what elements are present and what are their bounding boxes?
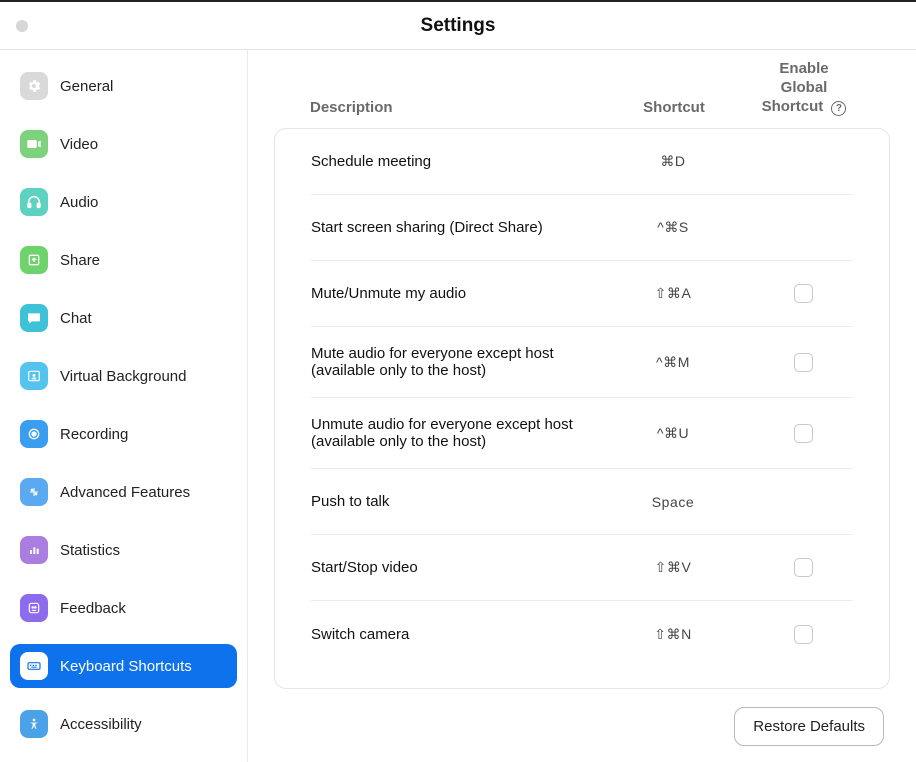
- global-shortcut-checkbox[interactable]: [794, 558, 813, 577]
- keyboard-icon: [20, 652, 48, 680]
- sidebar-item-recording[interactable]: Recording: [10, 412, 237, 456]
- share-arrow-icon: [20, 246, 48, 274]
- sidebar-item-statistics[interactable]: Statistics: [10, 528, 237, 572]
- shortcut-row: Unmute audio for everyone except host (a…: [311, 398, 853, 469]
- shortcut-description: Unmute audio for everyone except host (a…: [311, 416, 593, 450]
- sidebar-item-advanced-features[interactable]: Advanced Features: [10, 470, 237, 514]
- sidebar-item-label: Audio: [60, 194, 98, 211]
- plus-circle-icon: [20, 478, 48, 506]
- sidebar-item-virtual-background[interactable]: Virtual Background: [10, 354, 237, 398]
- window-title: Settings: [0, 15, 916, 37]
- gear-icon: [20, 72, 48, 100]
- global-shortcut-checkbox[interactable]: [794, 625, 813, 644]
- shortcut-description: Start screen sharing (Direct Share): [311, 219, 593, 236]
- shortcut-row: Switch camera⇧⌘N: [311, 601, 853, 667]
- shortcut-key[interactable]: ^⌘U: [593, 425, 753, 442]
- shortcut-key[interactable]: Space: [593, 494, 753, 510]
- shortcut-row: Start screen sharing (Direct Share)^⌘S: [311, 195, 853, 261]
- shortcut-global-cell: [753, 424, 853, 443]
- shortcut-row: Schedule meeting⌘D: [311, 129, 853, 195]
- shortcut-description: Schedule meeting: [311, 153, 593, 170]
- shortcuts-list: Schedule meeting⌘DStart screen sharing (…: [275, 129, 889, 688]
- sidebar-item-label: Advanced Features: [60, 484, 190, 501]
- shortcut-key[interactable]: ⇧⌘A: [593, 285, 753, 302]
- sidebar-item-keyboard-shortcuts[interactable]: Keyboard Shortcuts: [10, 644, 237, 688]
- shortcut-global-cell: [753, 353, 853, 372]
- shortcut-description: Start/Stop video: [311, 559, 593, 576]
- shortcut-key[interactable]: ⇧⌘N: [593, 626, 753, 643]
- person-background-icon: [20, 362, 48, 390]
- shortcut-description: Push to talk: [311, 493, 593, 510]
- shortcut-description: Switch camera: [311, 626, 593, 643]
- sidebar-item-label: Statistics: [60, 542, 120, 559]
- global-shortcut-checkbox[interactable]: [794, 353, 813, 372]
- restore-defaults-button[interactable]: Restore Defaults: [734, 707, 884, 746]
- column-header-global: Enable Global Shortcut ?: [754, 60, 854, 116]
- titlebar: Settings: [0, 2, 916, 50]
- chat-bubble-icon: [20, 304, 48, 332]
- sidebar-item-label: Feedback: [60, 600, 126, 617]
- bar-chart-icon: [20, 536, 48, 564]
- sidebar-item-accessibility[interactable]: Accessibility: [10, 702, 237, 746]
- sidebar-item-label: General: [60, 78, 113, 95]
- accessibility-icon: [20, 710, 48, 738]
- shortcut-global-cell: [753, 284, 853, 303]
- sidebar-item-label: Keyboard Shortcuts: [60, 658, 192, 675]
- shortcut-description: Mute/Unmute my audio: [311, 285, 593, 302]
- shortcut-key[interactable]: ⌘D: [593, 153, 753, 170]
- sidebar-item-audio[interactable]: Audio: [10, 180, 237, 224]
- shortcut-key[interactable]: ⇧⌘V: [593, 559, 753, 576]
- sidebar: General Video Audio Share Chat: [0, 50, 248, 762]
- shortcut-row: Start/Stop video⇧⌘V: [311, 535, 853, 601]
- global-shortcut-checkbox[interactable]: [794, 424, 813, 443]
- shortcut-global-cell: [753, 558, 853, 577]
- sidebar-item-general[interactable]: General: [10, 64, 237, 108]
- sidebar-item-video[interactable]: Video: [10, 122, 237, 166]
- sidebar-item-label: Virtual Background: [60, 368, 186, 385]
- sidebar-item-label: Recording: [60, 426, 128, 443]
- sidebar-item-chat[interactable]: Chat: [10, 296, 237, 340]
- sidebar-item-share[interactable]: Share: [10, 238, 237, 282]
- shortcut-global-cell: [753, 625, 853, 644]
- help-icon[interactable]: ?: [831, 101, 846, 116]
- shortcut-row: Mute audio for everyone except host (ava…: [311, 327, 853, 398]
- content-area: Description Shortcut Enable Global Short…: [248, 50, 916, 762]
- video-icon: [20, 130, 48, 158]
- headphones-icon: [20, 188, 48, 216]
- column-header-shortcut: Shortcut: [594, 99, 754, 116]
- shortcut-key[interactable]: ^⌘S: [593, 219, 753, 236]
- column-header-description: Description: [310, 99, 594, 116]
- global-shortcut-checkbox[interactable]: [794, 284, 813, 303]
- shortcut-key[interactable]: ^⌘M: [593, 354, 753, 371]
- sidebar-item-label: Chat: [60, 310, 92, 327]
- sidebar-item-label: Share: [60, 252, 100, 269]
- table-header: Description Shortcut Enable Global Short…: [274, 50, 890, 128]
- sidebar-item-label: Accessibility: [60, 716, 142, 733]
- sidebar-item-feedback[interactable]: Feedback: [10, 586, 237, 630]
- sidebar-item-label: Video: [60, 136, 98, 153]
- record-icon: [20, 420, 48, 448]
- shortcut-description: Mute audio for everyone except host (ava…: [311, 345, 593, 379]
- face-icon: [20, 594, 48, 622]
- shortcut-row: Mute/Unmute my audio⇧⌘A: [311, 261, 853, 327]
- shortcut-row: Push to talkSpace: [311, 469, 853, 535]
- shortcuts-panel: Schedule meeting⌘DStart screen sharing (…: [274, 128, 890, 689]
